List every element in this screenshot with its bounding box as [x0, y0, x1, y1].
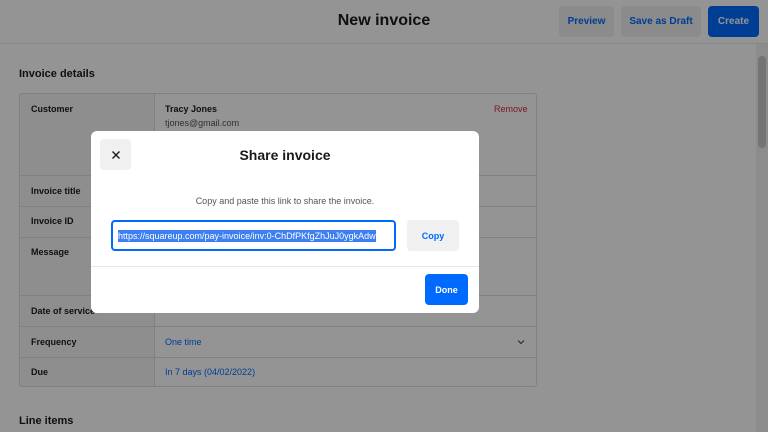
dialog-divider [91, 266, 479, 267]
share-invoice-dialog: Share invoice Copy and paste this link t… [91, 131, 479, 313]
copy-button[interactable]: Copy [407, 220, 459, 251]
done-button[interactable]: Done [425, 274, 468, 305]
dialog-description: Copy and paste this link to share the in… [195, 196, 375, 206]
share-link-field[interactable]: https://squareup.com/pay-invoice/inv:0-C… [111, 220, 396, 251]
share-link-text: https://squareup.com/pay-invoice/inv:0-C… [118, 229, 376, 242]
dialog-title: Share invoice [239, 147, 331, 163]
